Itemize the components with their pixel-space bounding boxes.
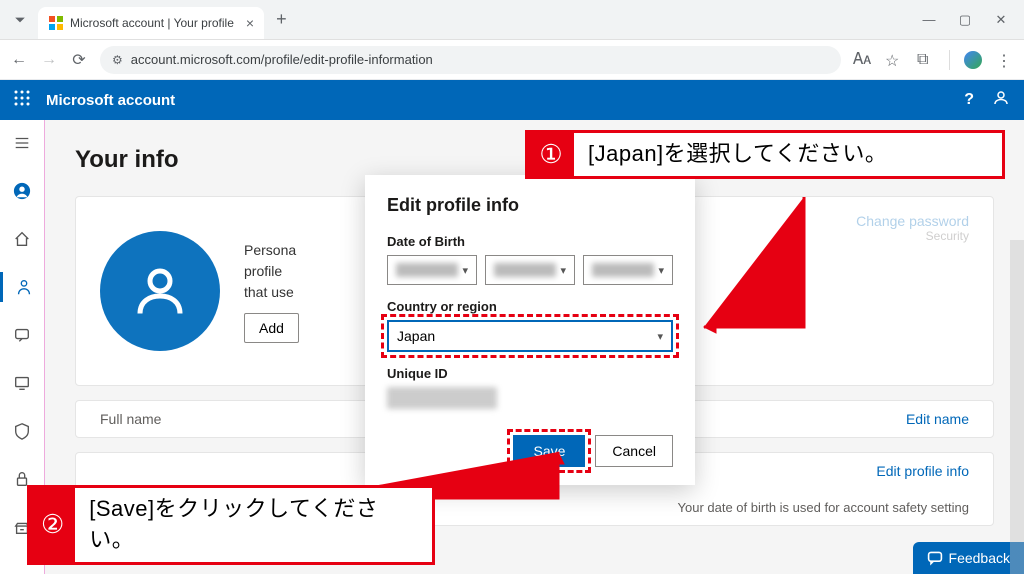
annotation-1: ① [Japan]を選択してください。 [525, 130, 1005, 179]
edit-profile-link[interactable]: Edit profile info [876, 463, 969, 479]
dob-label: Date of Birth [387, 234, 673, 249]
divider [949, 50, 950, 70]
window-maximize-icon[interactable]: ▢ [956, 12, 974, 28]
chrome-menu-icon[interactable]: ⋮ [996, 51, 1014, 69]
account-icon[interactable] [992, 89, 1010, 111]
tab-close-icon[interactable]: × [246, 15, 254, 31]
favicon-microsoft-icon [48, 15, 64, 31]
add-button[interactable]: Add [244, 313, 299, 343]
uniqueid-label: Unique ID [387, 366, 673, 381]
profile-avatar [100, 231, 220, 351]
dob-year-select[interactable]: ▾ [583, 255, 673, 285]
sidebar-home-icon[interactable] [0, 224, 45, 254]
sidebar-messages-icon[interactable] [0, 320, 45, 350]
sidebar-devices-icon[interactable] [0, 368, 45, 398]
chevron-down-icon: ▾ [658, 264, 664, 277]
nav-forward-icon[interactable]: → [40, 51, 58, 69]
dob-note: Your date of birth is used for account s… [678, 500, 969, 515]
profile-description-line3: that use [244, 282, 299, 303]
app-launcher-icon[interactable] [14, 90, 30, 110]
chevron-down-icon: ▾ [462, 264, 468, 277]
sidebar-your-info-icon[interactable] [0, 176, 45, 206]
sidebar-profile-icon[interactable] [0, 272, 45, 302]
country-input[interactable] [397, 328, 653, 344]
chevron-down-icon: ▾ [560, 264, 566, 277]
url-text: account.microsoft.com/profile/edit-profi… [131, 52, 433, 67]
chrome-profile-avatar[interactable] [964, 51, 982, 69]
nav-back-icon[interactable]: ← [10, 51, 28, 69]
annotation-1-arrow [694, 197, 824, 352]
bookmark-star-icon[interactable]: ☆ [885, 51, 903, 69]
uniqueid-value-blurred [387, 387, 497, 409]
new-tab-button[interactable]: + [276, 9, 287, 30]
window-close-icon[interactable]: ✕ [992, 12, 1010, 28]
window-minimize-icon[interactable]: ― [920, 12, 938, 28]
feedback-label: Feedback [949, 550, 1010, 566]
annotation-1-number: ① [528, 133, 574, 176]
extensions-icon[interactable]: ⧉ [917, 51, 935, 69]
dob-month-select[interactable]: ▾ [387, 255, 477, 285]
edit-profile-modal: Edit profile info Date of Birth ▾ ▾ ▾ Co… [365, 175, 695, 485]
dob-day-select[interactable]: ▾ [485, 255, 575, 285]
modal-title: Edit profile info [387, 195, 673, 216]
url-field[interactable]: ⚙ account.microsoft.com/profile/edit-pro… [100, 46, 841, 74]
browser-tab-bar: Microsoft account | Your profile × + ― ▢… [0, 0, 1024, 40]
browser-tab[interactable]: Microsoft account | Your profile × [38, 7, 264, 39]
ms-header: Microsoft account ? [0, 80, 1024, 120]
annotation-2-text: [Save]をクリックしてください。 [75, 488, 432, 562]
annotation-2-number: ② [30, 488, 75, 562]
country-select[interactable]: ▾ [387, 320, 673, 352]
scrollbar[interactable] [1010, 240, 1024, 574]
profile-description-line1: Persona [244, 240, 299, 261]
site-info-icon[interactable]: ⚙ [112, 53, 123, 67]
annotation-1-text: [Japan]を選択してください。 [574, 133, 901, 176]
feedback-button[interactable]: Feedback [913, 542, 1024, 574]
profile-description-line2: profile [244, 261, 299, 282]
tab-dropdown-icon[interactable] [8, 8, 32, 32]
tab-title: Microsoft account | Your profile [70, 16, 234, 30]
country-label: Country or region [387, 299, 673, 314]
edit-name-link[interactable]: Edit name [906, 411, 969, 427]
nav-reload-icon[interactable]: ⟳ [70, 50, 88, 70]
security-label: Security [856, 229, 969, 243]
full-name-label: Full name [100, 411, 161, 427]
annotation-2: ② [Save]をクリックしてください。 [27, 485, 435, 565]
translate-icon[interactable]: 🗛 [853, 51, 871, 69]
sidebar-hamburger-icon[interactable] [0, 128, 45, 158]
chevron-down-icon: ▾ [657, 330, 663, 343]
cancel-button[interactable]: Cancel [595, 435, 673, 467]
browser-address-bar: ← → ⟳ ⚙ account.microsoft.com/profile/ed… [0, 40, 1024, 80]
ms-brand[interactable]: Microsoft account [46, 92, 175, 109]
help-icon[interactable]: ? [964, 91, 974, 109]
change-password-link[interactable]: Change password [856, 213, 969, 229]
sidebar-privacy-icon[interactable] [0, 416, 45, 446]
